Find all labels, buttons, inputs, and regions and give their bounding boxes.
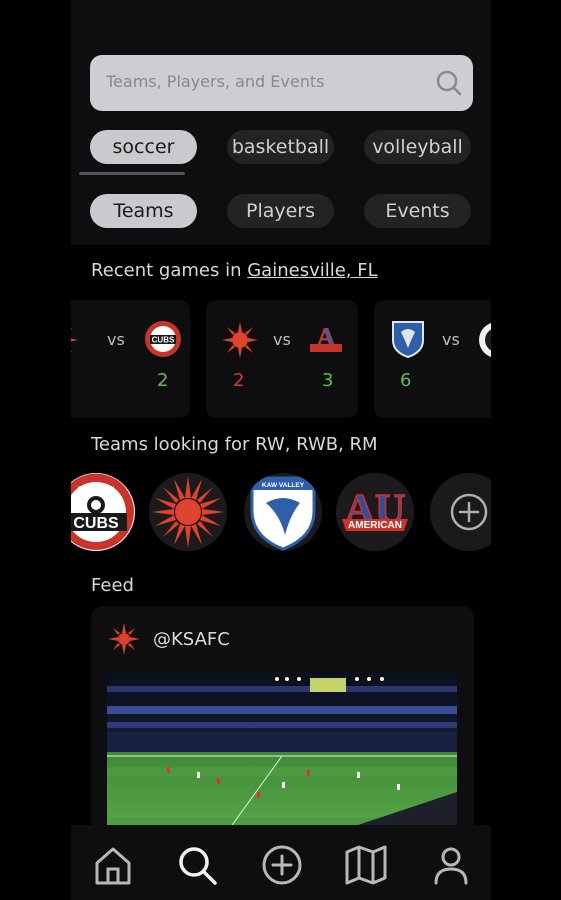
feed-post[interactable]: @KSAFC bbox=[91, 606, 474, 836]
filter-players[interactable]: Players bbox=[227, 194, 334, 228]
american-logo-icon: A bbox=[310, 323, 342, 353]
recent-games-prefix: Recent games in bbox=[91, 260, 248, 281]
search-placeholder: Teams, Players, and Events bbox=[106, 72, 325, 91]
american-logo-banner-text: AMERICAN bbox=[348, 520, 402, 531]
team-logo-kaw-valley[interactable]: KAW VALLEY bbox=[244, 473, 322, 551]
svg-text:CUBS: CUBS bbox=[152, 336, 175, 345]
cubs-logo-icon: DARWIN CUBS bbox=[71, 473, 134, 550]
score-left: 2 bbox=[233, 370, 245, 391]
search-icon[interactable] bbox=[435, 69, 463, 97]
post-username[interactable]: @KSAFC bbox=[153, 629, 230, 650]
sport-tab-indicator bbox=[79, 172, 185, 175]
cubs-logo-main-text: CUBS bbox=[73, 515, 119, 532]
stadium-image bbox=[107, 672, 457, 832]
filter-events[interactable]: Events bbox=[364, 194, 471, 228]
sun-burst-icon bbox=[108, 623, 140, 655]
sport-tab-volleyball[interactable]: volleyball bbox=[364, 130, 471, 164]
search-input[interactable]: Teams, Players, and Events bbox=[90, 55, 473, 111]
sun-burst-icon bbox=[149, 473, 227, 551]
team-logo-american[interactable]: AU AMERICAN bbox=[336, 473, 414, 551]
filter-teams[interactable]: Teams bbox=[90, 194, 197, 228]
american-logo-icon: AU AMERICAN bbox=[336, 473, 414, 551]
game-card[interactable]: vs A 2 3 bbox=[206, 300, 358, 418]
teams-looking-heading: Teams looking for RW, RWB, RM bbox=[91, 434, 378, 455]
sport-tab-basketball[interactable]: basketball bbox=[227, 130, 334, 164]
recent-games-heading: Recent games in Gainesville, FL bbox=[91, 260, 378, 281]
cubs-logo-icon: CUBS bbox=[145, 321, 181, 357]
game-card[interactable]: vs 6 1 bbox=[374, 300, 491, 418]
search-panel: Teams, Players, and Events soccer basket… bbox=[71, 0, 491, 245]
app-screen: Teams, Players, and Events soccer basket… bbox=[71, 0, 491, 900]
team-logo-cubs[interactable]: DARWIN CUBS bbox=[71, 473, 135, 551]
score-right: 3 bbox=[322, 370, 334, 391]
plus-circle-icon bbox=[450, 493, 488, 531]
team-logo-ksafc[interactable] bbox=[149, 473, 227, 551]
home-icon[interactable] bbox=[91, 843, 135, 887]
post-image[interactable] bbox=[107, 672, 457, 832]
sport-tab-soccer[interactable]: soccer bbox=[90, 130, 197, 164]
map-icon[interactable] bbox=[344, 843, 388, 887]
bottom-nav bbox=[71, 825, 491, 900]
profile-icon[interactable] bbox=[429, 843, 473, 887]
game-card[interactable]: vs CUBS 0 2 bbox=[71, 300, 190, 418]
add-icon[interactable] bbox=[260, 843, 304, 887]
location-link[interactable]: Gainesville, FL bbox=[247, 260, 377, 281]
sun-burst-icon bbox=[222, 322, 258, 358]
vs-label: vs bbox=[107, 330, 125, 349]
vs-label: vs bbox=[442, 330, 460, 349]
kaw-valley-logo-text: KAW VALLEY bbox=[262, 482, 305, 489]
feed-heading: Feed bbox=[91, 575, 134, 596]
sun-burst-icon bbox=[71, 327, 78, 353]
cubs-logo-top-text: DARWIN bbox=[78, 485, 115, 495]
add-team-button[interactable] bbox=[430, 473, 491, 551]
kaw-valley-logo-icon: KAW VALLEY bbox=[250, 476, 316, 551]
score-left: 6 bbox=[400, 370, 412, 391]
search-nav-icon[interactable] bbox=[175, 843, 219, 887]
score-right: 2 bbox=[157, 370, 169, 391]
vs-label: vs bbox=[273, 330, 291, 349]
kaw-valley-logo-icon bbox=[392, 321, 424, 358]
team-logo-icon bbox=[479, 323, 491, 357]
